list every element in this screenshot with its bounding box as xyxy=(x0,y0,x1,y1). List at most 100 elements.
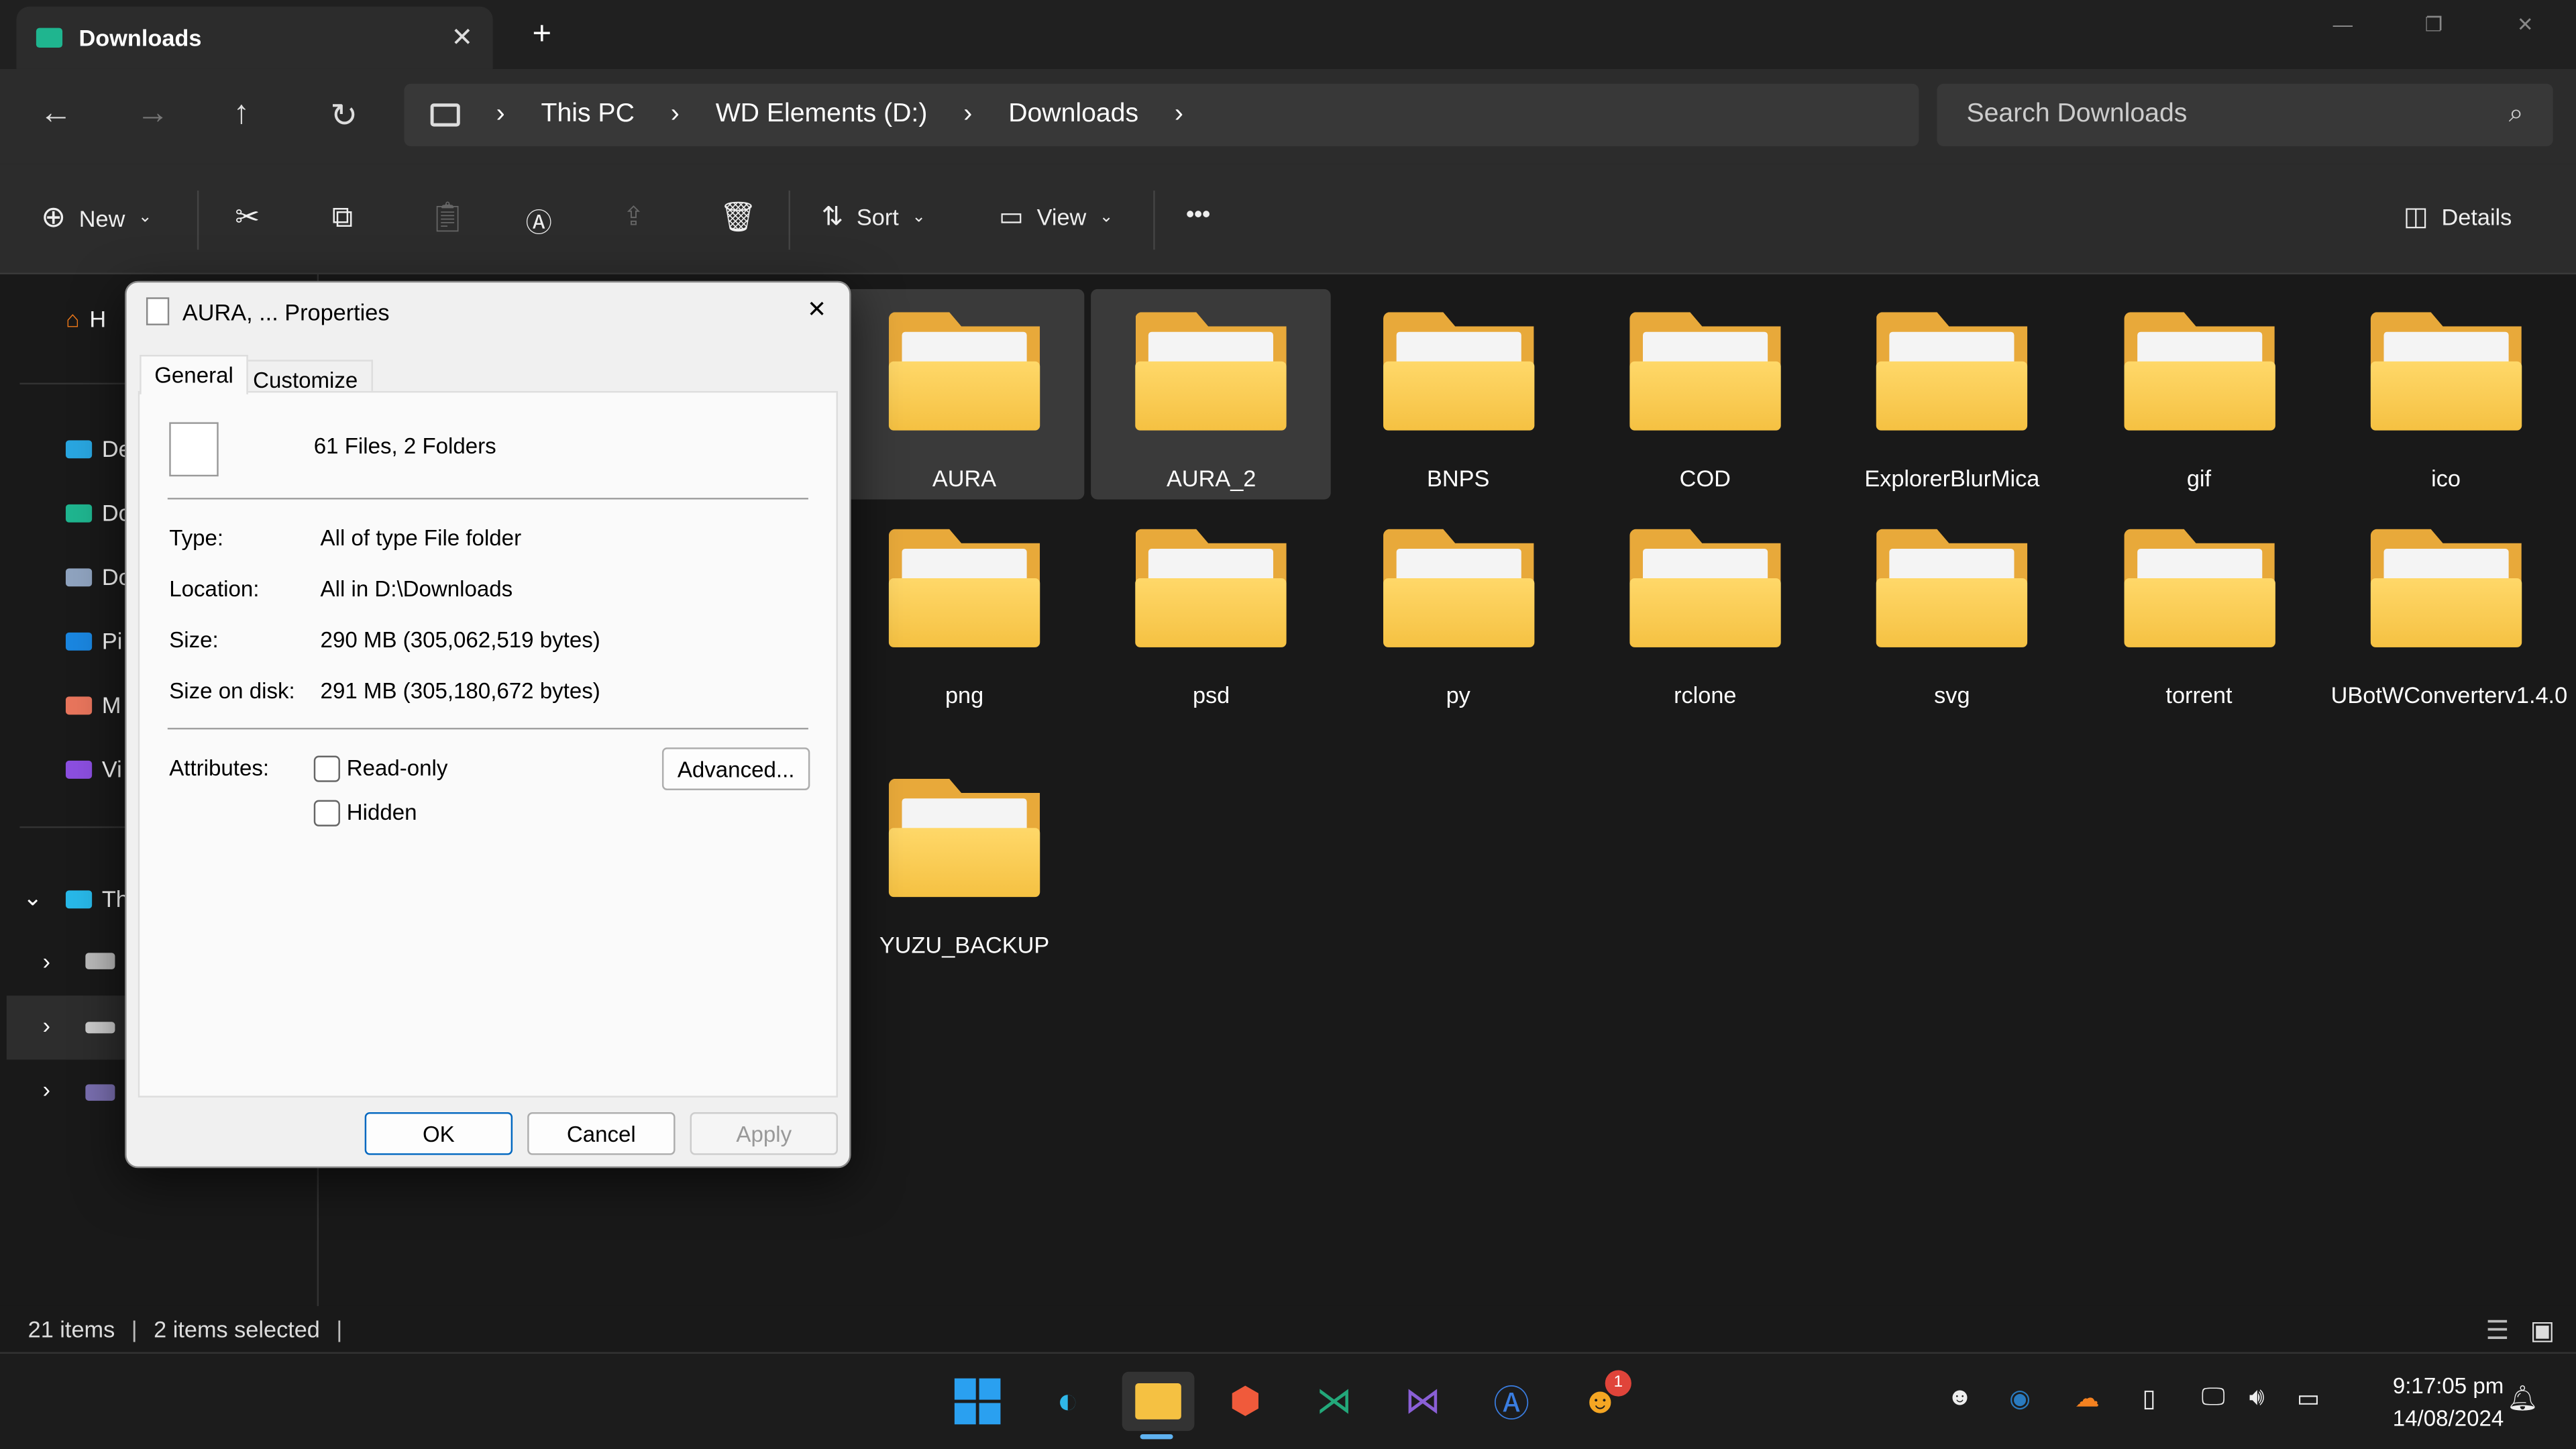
rename-icon[interactable]: Ⓐ xyxy=(526,201,552,240)
readonly-checkbox[interactable]: Read-only xyxy=(313,756,447,783)
close-window-button[interactable]: ✕ xyxy=(2517,13,2534,36)
apply-button[interactable]: Apply xyxy=(690,1112,838,1155)
folder-name: png xyxy=(945,682,984,708)
adobe-acrobat-icon[interactable]: ⬢ xyxy=(1216,1372,1275,1431)
app-store-icon[interactable]: Ⓐ xyxy=(1482,1372,1541,1431)
sidebar-item-documents[interactable]: Do xyxy=(65,564,131,590)
downloads-folder-icon xyxy=(36,28,63,48)
delete-icon[interactable]: 🗑︎ xyxy=(720,201,757,235)
folder-item[interactable]: BNPS xyxy=(1338,289,1578,499)
more-options-button[interactable]: ••• xyxy=(1186,201,1210,227)
folder-item[interactable]: UBotWConverterv1.4.0 xyxy=(2326,506,2568,716)
tab-general[interactable]: General xyxy=(140,354,248,394)
folder-name: AURA xyxy=(932,465,997,492)
start-button[interactable] xyxy=(948,1372,1007,1431)
folder-icon xyxy=(1383,529,1534,647)
command-bar xyxy=(0,164,2576,274)
search-input[interactable]: Search Downloads ⌕ xyxy=(1937,83,2553,146)
folder-item[interactable]: png xyxy=(845,506,1085,716)
sidebar-item-music[interactable]: M xyxy=(65,692,121,718)
folder-item[interactable]: py xyxy=(1338,506,1578,716)
ok-button[interactable]: OK xyxy=(364,1112,513,1155)
share-icon[interactable]: ⇪ xyxy=(623,201,645,233)
breadcrumb-this-pc[interactable]: This PC xyxy=(541,100,635,129)
cloudflare-icon[interactable]: ☁ xyxy=(2075,1383,2100,1413)
folder-item[interactable]: gif xyxy=(2079,289,2319,499)
folder-item[interactable]: YUZU_BACKUP xyxy=(845,756,1085,966)
up-button[interactable]: ↑ xyxy=(233,95,250,133)
tiles-view-icon[interactable]: ▣ xyxy=(2530,1314,2555,1347)
folder-item[interactable]: svg xyxy=(1832,506,2072,716)
forward-button[interactable]: → xyxy=(136,95,169,133)
new-tab-button[interactable]: + xyxy=(532,16,551,54)
folder-name: YUZU_BACKUP xyxy=(879,931,1050,958)
expand-chevron-icon[interactable]: › xyxy=(43,948,50,974)
system-drive-icon xyxy=(85,953,115,969)
copy-icon[interactable]: ⧉ xyxy=(332,201,353,235)
discord-tray-icon[interactable]: ☻ xyxy=(1947,1383,1973,1411)
videos-folder-icon xyxy=(65,759,93,778)
folder-item[interactable]: torrent xyxy=(2079,506,2319,716)
folder-icon xyxy=(1629,312,1781,431)
close-tab-icon[interactable]: ✕ xyxy=(451,21,473,54)
cancel-button[interactable]: Cancel xyxy=(527,1112,676,1155)
folder-name: torrent xyxy=(2165,682,2233,708)
folder-item[interactable]: COD xyxy=(1585,289,1825,499)
clock[interactable]: 9:17:05 pm 14/08/2024 xyxy=(2356,1370,2504,1436)
new-button[interactable]: ⊕ New ⌄ xyxy=(41,201,152,235)
file-explorer-icon[interactable] xyxy=(1122,1371,1195,1432)
network-icon[interactable]: 🖵︎ xyxy=(2202,1383,2225,1411)
minimize-button[interactable]: — xyxy=(2333,13,2353,36)
edge-icon[interactable]: ◐ xyxy=(1038,1372,1097,1431)
cut-icon[interactable]: ✂ xyxy=(235,201,260,235)
sort-button[interactable]: ⇅ Sort ⌄ xyxy=(822,201,926,233)
view-button[interactable]: ▭ View ⌄ xyxy=(999,201,1113,233)
checkbox[interactable] xyxy=(313,800,340,827)
sidebar-item-videos[interactable]: Vi xyxy=(65,756,122,782)
sidebar-label: H xyxy=(89,305,107,332)
checkbox[interactable] xyxy=(313,756,340,783)
chevron-right-icon[interactable]: › xyxy=(1175,100,1183,129)
steam-icon[interactable]: ◉ xyxy=(2009,1383,2031,1413)
folder-name: ico xyxy=(2431,465,2461,492)
address-bar[interactable]: › This PC › WD Elements (D:) › Downloads… xyxy=(404,83,1919,146)
chevron-down-icon[interactable]: ⌄ xyxy=(23,884,42,912)
folder-name: UBotWConverterv1.4.0 xyxy=(2330,682,2568,708)
maximize-button[interactable]: ❐ xyxy=(2425,13,2443,36)
item-count: 21 items xyxy=(28,1316,115,1342)
visual-studio-icon[interactable]: ⋈ xyxy=(1393,1372,1452,1431)
advanced-button[interactable]: Advanced... xyxy=(661,747,810,790)
breadcrumb-wd-elements[interactable]: WD Elements (D:) xyxy=(716,100,928,129)
details-view-icon[interactable]: ☰ xyxy=(2485,1314,2509,1347)
hidden-label: Hidden xyxy=(346,800,417,825)
sidebar-item-this-pc[interactable]: Th xyxy=(65,885,129,912)
folder-item[interactable]: AURA xyxy=(844,289,1085,500)
volume-icon[interactable]: 🔊︎ xyxy=(2249,1383,2265,1411)
refresh-button[interactable]: ↻ xyxy=(330,95,358,136)
folder-item[interactable]: rclone xyxy=(1585,506,1825,716)
close-dialog-button[interactable]: ✕ xyxy=(807,296,826,324)
back-button[interactable]: ← xyxy=(40,95,72,133)
paste-icon[interactable]: 📋︎ xyxy=(429,201,466,235)
sidebar-item-downloads[interactable]: Do xyxy=(65,499,131,526)
size-label: Size: xyxy=(169,627,219,653)
folder-item[interactable]: ExplorerBlurMica xyxy=(1832,289,2072,499)
expand-chevron-icon[interactable]: › xyxy=(43,1012,50,1038)
notifications-snooze-icon[interactable]: 🔔︎ xyxy=(2507,1383,2538,1413)
sidebar-item-pictures[interactable]: Pi xyxy=(65,628,122,654)
details-button[interactable]: ◫ Details xyxy=(2404,201,2512,233)
details-pane-icon: ◫ xyxy=(2403,203,2428,232)
battery-charging-icon[interactable]: ▭ xyxy=(2297,1383,2320,1413)
folder-item[interactable]: psd xyxy=(1091,506,1332,716)
status-bar: 21 items | 2 items selected | xyxy=(0,1305,2576,1352)
sidebar-item-home[interactable]: ⌂ H xyxy=(66,306,106,332)
vscode-icon[interactable]: ⋊ xyxy=(1305,1372,1364,1431)
tab-downloads[interactable]: Downloads ✕ xyxy=(16,6,493,69)
expand-chevron-icon[interactable]: › xyxy=(43,1076,50,1102)
usb-eject-icon[interactable]: ▯ xyxy=(2142,1383,2155,1413)
folder-item[interactable]: ico xyxy=(2326,289,2566,499)
breadcrumb-downloads[interactable]: Downloads xyxy=(1008,100,1138,129)
sidebar-item-desktop[interactable]: De xyxy=(65,435,131,462)
folder-item[interactable]: AURA_2 xyxy=(1091,289,1332,500)
hidden-checkbox[interactable]: Hidden xyxy=(313,800,417,827)
